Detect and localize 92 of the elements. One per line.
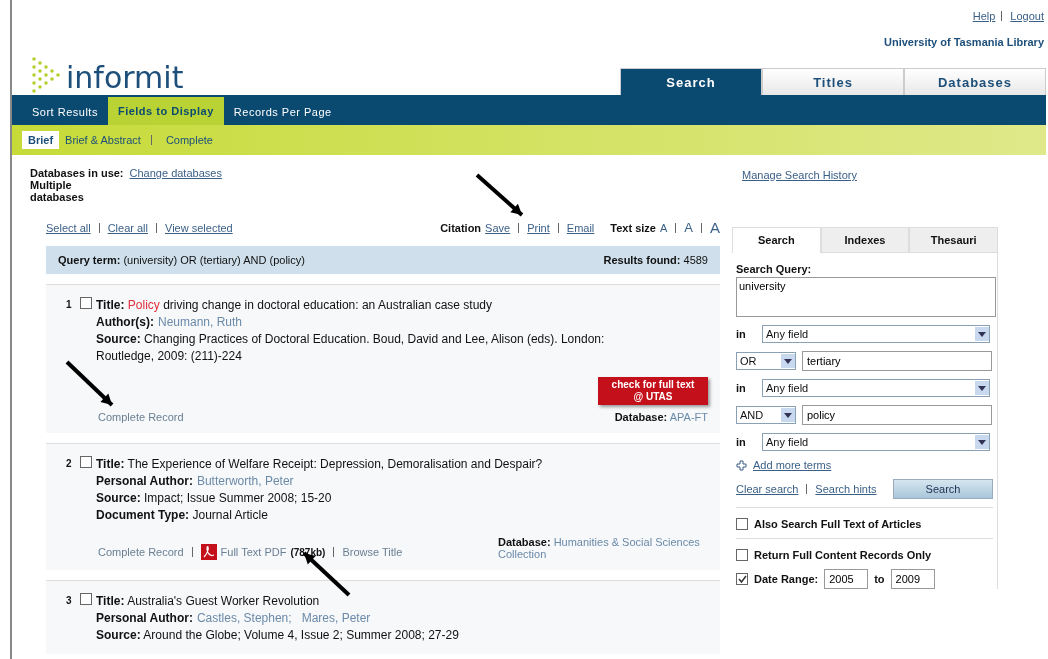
- full-text-pdf-link[interactable]: Full Text PDF: [220, 546, 287, 558]
- term-field[interactable]: policy: [802, 405, 992, 425]
- field-select[interactable]: Any field: [762, 379, 990, 397]
- search-link[interactable]: Search hints: [815, 483, 877, 495]
- logo-wordmark: informit: [66, 60, 184, 95]
- dropdown-caret-icon: [978, 385, 986, 391]
- search-query-label: Search Query:: [736, 263, 813, 275]
- result-field: Source: Impact; Issue Summer 2008; 15-20: [96, 490, 656, 507]
- citation-link[interactable]: Email: [566, 221, 595, 234]
- field-option[interactable]: Complete: [159, 131, 219, 149]
- author-link[interactable]: Mares, Peter: [301, 610, 371, 627]
- selection-link[interactable]: View selected: [165, 221, 233, 234]
- date-from-field[interactable]: 2005: [824, 569, 869, 589]
- results-found: Results found: 4589: [603, 254, 708, 266]
- option-label: Return Full Content Records Only: [754, 549, 932, 561]
- search-query-field[interactable]: university: [736, 277, 996, 317]
- to-label: to: [874, 573, 885, 585]
- main-tab[interactable]: Databases: [904, 68, 1046, 95]
- result-title: Title: The Experience of Welfare Receipt: Depression, Demoralisation and Despair?: [96, 456, 544, 473]
- in-label: in: [736, 328, 747, 340]
- result-number: 1: [66, 298, 73, 310]
- result-number: 2: [66, 457, 73, 469]
- author-link[interactable]: Butterworth, Peter: [196, 473, 294, 490]
- field-option[interactable]: Brief & Abstract: [59, 131, 147, 149]
- search-tab[interactable]: Thesauri: [909, 227, 998, 253]
- checkbox[interactable]: [736, 549, 748, 561]
- text-size-option[interactable]: A: [659, 221, 668, 234]
- selection-link[interactable]: Clear all: [107, 221, 148, 234]
- search-link[interactable]: Clear search: [736, 483, 799, 495]
- database-info: Database: APA-FT: [614, 411, 708, 423]
- nav-tab[interactable]: Records Per Page: [223, 99, 342, 125]
- manage-history-link[interactable]: Manage Search History: [728, 169, 998, 181]
- plus-icon: [736, 459, 747, 471]
- in-label: in: [736, 382, 747, 394]
- field-select[interactable]: Any field: [762, 325, 990, 343]
- pdf-icon: [200, 544, 217, 560]
- databases-value: Multiple databases: [30, 179, 85, 203]
- field-label: Personal Author:: [96, 610, 193, 627]
- result-link[interactable]: Complete Record: [98, 546, 184, 558]
- checkbox[interactable]: [80, 456, 92, 468]
- query-term: Query term: (university) OR (tertiary) AND (policy): [58, 254, 305, 266]
- citation-link[interactable]: Print: [527, 221, 550, 234]
- checkbox[interactable]: [80, 297, 92, 309]
- result-field: Source: Around the Globe; Volume 4, Issue 2; Summer 2008; 27-29: [96, 627, 656, 644]
- result-title: Title: Australia's Guest Worker Revolution: [96, 593, 321, 610]
- add-terms-link[interactable]: Add more terms: [753, 459, 832, 471]
- citation-label: Citation: [440, 221, 482, 234]
- nav-tab[interactable]: Sort Results: [22, 99, 108, 125]
- main-tab[interactable]: Titles: [762, 68, 904, 95]
- nav-tab[interactable]: Fields to Display: [107, 97, 224, 125]
- checkbox[interactable]: [80, 593, 92, 605]
- result-field: Document Type: Journal Article: [96, 507, 656, 524]
- checkbox[interactable]: [736, 573, 748, 585]
- in-label: in: [736, 436, 747, 448]
- checkbox[interactable]: [736, 518, 748, 530]
- search-tab[interactable]: Indexes: [820, 227, 910, 253]
- field-label: Author(s):: [96, 314, 154, 331]
- term-field[interactable]: tertiary: [802, 351, 992, 371]
- database-info: Database: Humanities & Social Sciences Collection: [498, 536, 701, 560]
- field-option[interactable]: Brief: [22, 131, 60, 149]
- operator-select[interactable]: OR: [736, 352, 796, 370]
- change-databases-link[interactable]: Change databases: [129, 167, 222, 179]
- main-tab[interactable]: Search: [620, 68, 762, 95]
- citation-link[interactable]: Save: [485, 221, 511, 234]
- text-size-label: Text size: [610, 221, 656, 234]
- field-label: Personal Author:: [96, 473, 193, 490]
- text-size-option[interactable]: A: [710, 219, 720, 236]
- dropdown-caret-icon: [978, 439, 986, 445]
- header-link[interactable]: Help: [972, 10, 996, 22]
- search-button[interactable]: Search: [893, 479, 993, 499]
- result-link[interactable]: Complete Record: [98, 411, 184, 423]
- date-to-field[interactable]: 2009: [890, 569, 935, 589]
- result-field: Source: Changing Practices of Doctoral Education. Boud, David and Lee, Alison (eds). London: Routledge, 2009: (211)-224: [96, 331, 656, 365]
- library-name: University of Tasmania Library: [884, 35, 1045, 48]
- selection-link[interactable]: Select all: [46, 221, 91, 234]
- result-number: 3: [66, 594, 73, 606]
- dropdown-caret-icon: [784, 412, 792, 418]
- full-text-check-button[interactable]: check for full text @ UTAS: [598, 377, 708, 405]
- dropdown-caret-icon: [978, 331, 986, 337]
- result-link[interactable]: Browse Title: [342, 546, 403, 558]
- author-link[interactable]: Castles, Stephen;: [196, 610, 292, 627]
- option-label: Also Search Full Text of Articles: [754, 518, 922, 530]
- search-tab[interactable]: Search: [732, 227, 821, 253]
- dropdown-caret-icon: [784, 358, 792, 364]
- result-title: Title: Policy driving change in doctoral education: an Australian case study: [96, 297, 494, 314]
- header-link[interactable]: Logout: [1010, 10, 1044, 22]
- text-size-option[interactable]: A: [684, 220, 693, 235]
- operator-select[interactable]: AND: [736, 406, 796, 424]
- author-link[interactable]: Neumann, Ruth: [158, 314, 243, 331]
- databases-label: Databases in use:: [30, 167, 124, 179]
- option-label: Date Range:: [754, 573, 819, 585]
- field-select[interactable]: Any field: [762, 433, 990, 451]
